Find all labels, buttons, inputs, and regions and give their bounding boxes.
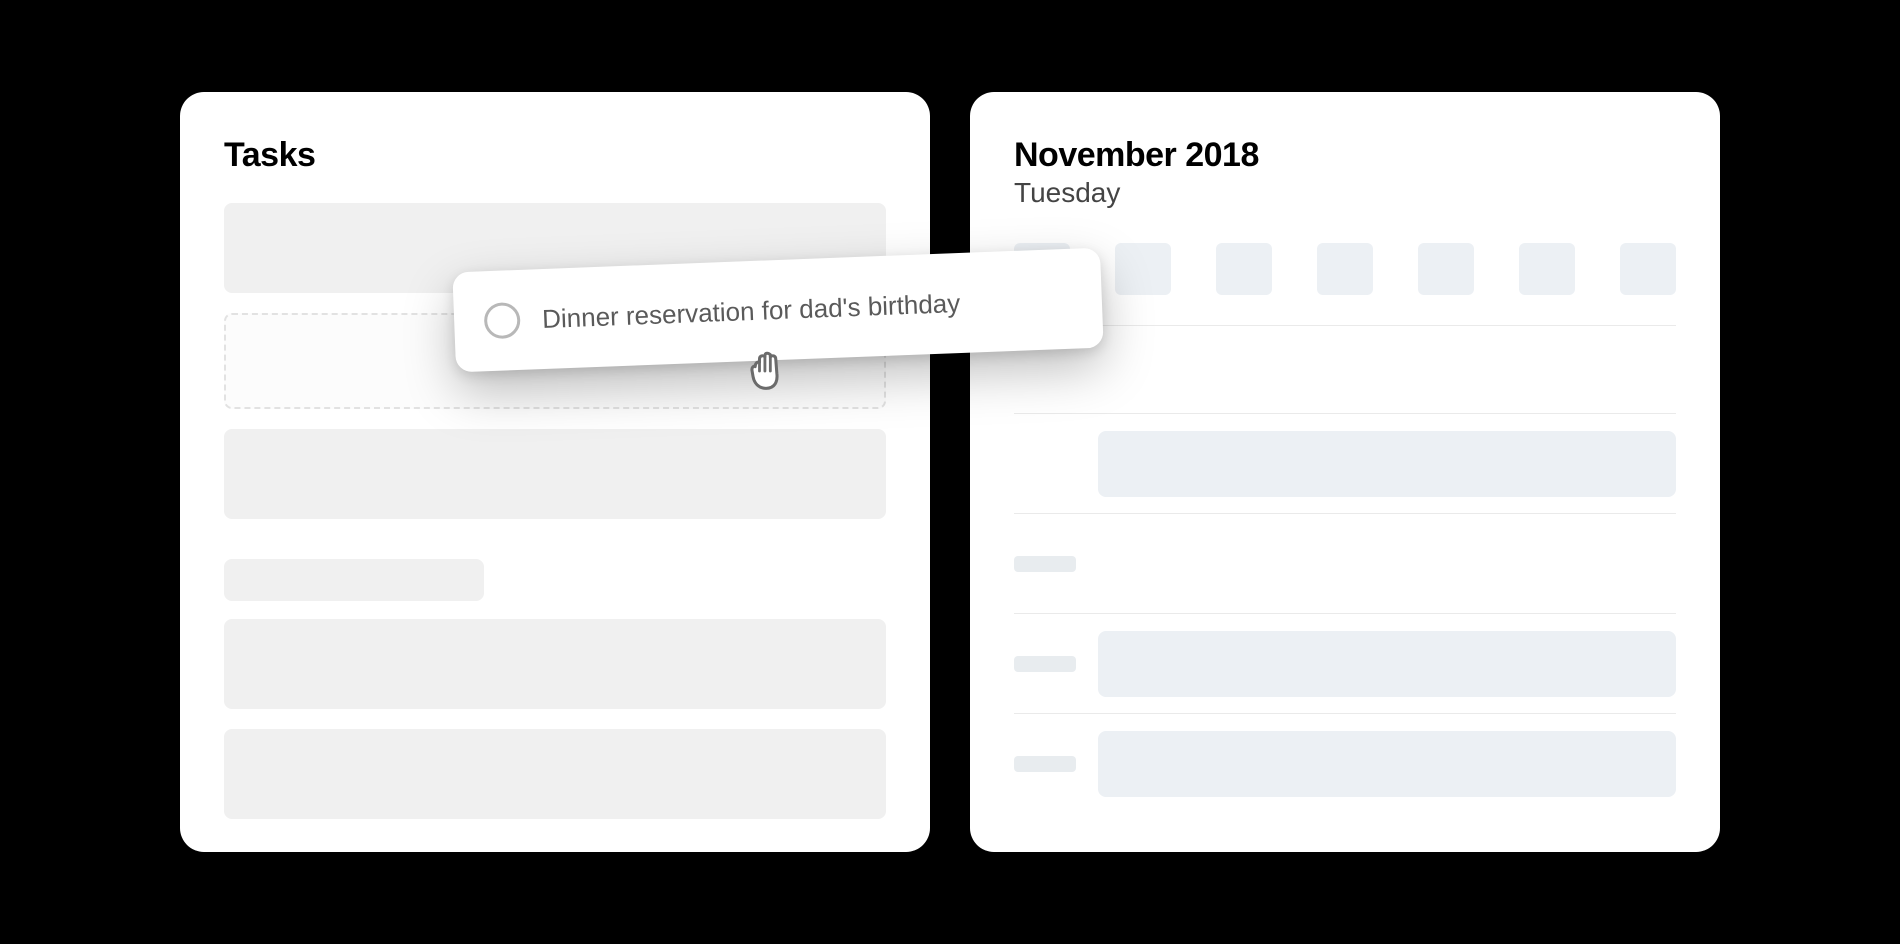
- task-item-placeholder[interactable]: [224, 619, 886, 709]
- calendar-month-year: November 2018: [1014, 136, 1676, 175]
- calendar-event-placeholder[interactable]: [1098, 631, 1676, 697]
- time-slot-row[interactable]: [1014, 513, 1676, 613]
- weekday-cell[interactable]: [1418, 243, 1474, 295]
- time-label-placeholder: [1014, 556, 1076, 572]
- time-slot-row[interactable]: [1014, 325, 1676, 413]
- time-label-placeholder: [1014, 756, 1076, 772]
- weekday-cell[interactable]: [1216, 243, 1272, 295]
- weekday-cell[interactable]: [1620, 243, 1676, 295]
- weekday-cell[interactable]: [1519, 243, 1575, 295]
- dragging-task-label: Dinner reservation for dad's birthday: [542, 288, 961, 335]
- calendar-event-placeholder[interactable]: [1098, 731, 1676, 797]
- calendar-day-name: Tuesday: [1014, 177, 1676, 209]
- time-slot-row[interactable]: [1014, 413, 1676, 513]
- time-slot-row[interactable]: [1014, 613, 1676, 713]
- calendar-event-placeholder[interactable]: [1098, 431, 1676, 497]
- task-item-placeholder[interactable]: [224, 429, 886, 519]
- task-checkbox[interactable]: [484, 302, 521, 339]
- weekday-cell[interactable]: [1115, 243, 1171, 295]
- task-item-placeholder[interactable]: [224, 729, 886, 819]
- tasks-panel: Tasks: [180, 92, 930, 852]
- calendar-panel: November 2018 Tuesday: [970, 92, 1720, 852]
- weekday-cell[interactable]: [1317, 243, 1373, 295]
- tasks-title: Tasks: [224, 136, 886, 175]
- time-label-placeholder: [1014, 656, 1076, 672]
- grab-cursor-icon: [740, 345, 792, 397]
- time-slot-row[interactable]: [1014, 713, 1676, 813]
- weekday-header-row: [1014, 243, 1676, 295]
- task-section-label-placeholder: [224, 559, 484, 601]
